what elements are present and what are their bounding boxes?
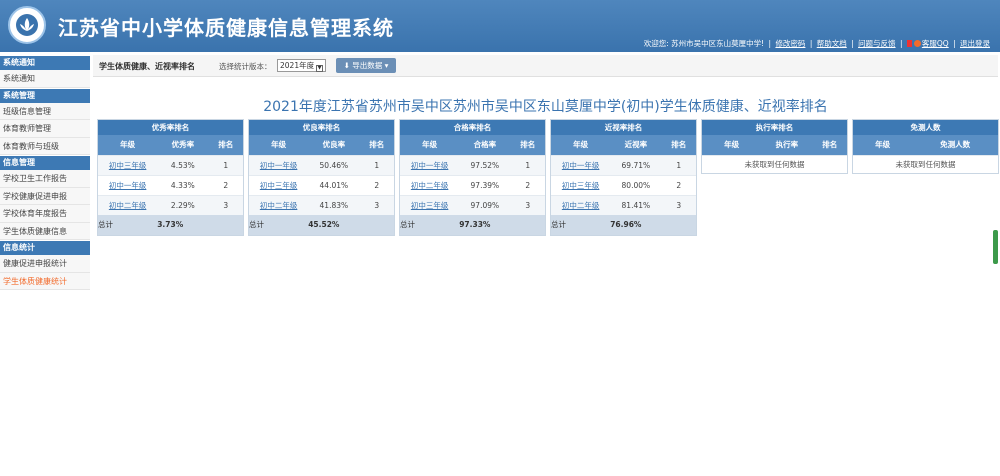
table-row: 初中二年级 97.39% 2 [400, 175, 545, 195]
sidebar-item-pe-teachers[interactable]: 体育教师管理 [0, 120, 90, 138]
table-total-row: 总计 76.96% [551, 215, 696, 235]
table-row: 初中一年级 4.33% 2 [98, 175, 243, 195]
myopia-rate-table: 近视率排名 年级 近视率 排名 初中一年级 69.71% 1 初中三年级 80.00%… [550, 119, 697, 236]
exempt-count-table: 免测人数 年级 免测人数 未获取到任何数据 [852, 119, 999, 174]
empty-message: 未获取到任何数据 [853, 155, 998, 173]
sidebar-item-notice[interactable]: 系统通知 [0, 70, 90, 88]
table-row: 初中二年级 41.83% 3 [249, 195, 394, 215]
change-password-link[interactable]: 修改密码 [775, 39, 805, 48]
grade-link[interactable]: 初中三年级 [260, 181, 298, 190]
sidebar-item-pe-annual[interactable]: 学校体育年度报告 [0, 205, 90, 223]
table-row: 初中二年级 81.41% 3 [551, 195, 696, 215]
sidebar-item-teacher-class[interactable]: 体育教师与班级 [0, 137, 90, 155]
flag-icon [906, 40, 912, 47]
pass-rate-table: 合格率排名 年级 合格率 排名 初中一年级 97.52% 1 初中二年级 97.39%… [399, 119, 546, 236]
scroll-indicator[interactable] [993, 230, 998, 264]
grade-link[interactable]: 初中一年级 [411, 161, 449, 170]
table-row: 初中一年级 50.46% 1 [249, 155, 394, 175]
grade-link[interactable]: 初中一年级 [562, 161, 600, 170]
welcome-text: 欢迎您: 苏州市吴中区东山莫厘中学! [643, 39, 765, 48]
sidebar-item-promotion-stats[interactable]: 健康促进申报统计 [0, 255, 90, 273]
grade-link[interactable]: 初中二年级 [109, 201, 147, 210]
qq-icon [913, 40, 921, 47]
grade-link[interactable]: 初中一年级 [260, 161, 298, 170]
download-icon: ⬇ [343, 61, 353, 70]
sidebar-section-stats[interactable]: 信息统计 [0, 241, 90, 255]
execution-rate-table: 执行率排名 年级 执行率 排名 未获取到任何数据 [701, 119, 848, 174]
grade-link[interactable]: 初中三年级 [109, 161, 147, 170]
table-title: 免测人数 [853, 120, 998, 135]
export-button[interactable]: ⬇ 导出数据 ▾ [336, 58, 396, 73]
table-body: 初中三年级 4.53% 1 初中一年级 4.33% 2 初中二年级 2.29% 3 [98, 155, 243, 215]
sidebar-section-notice[interactable]: 系统通知 [0, 56, 90, 70]
export-label: 导出数据 [352, 61, 383, 70]
table-title: 合格率排名 [400, 120, 545, 135]
table-header: 年级 优秀率 排名 [98, 135, 243, 155]
table-row: 初中三年级 97.09% 3 [400, 195, 545, 215]
chevron-down-icon: ▼ [316, 65, 324, 72]
table-row: 初中三年级 44.01% 2 [249, 175, 394, 195]
sidebar-item-health-report[interactable]: 学校卫生工作报告 [0, 170, 90, 188]
table-row: 初中三年级 4.53% 1 [98, 155, 243, 175]
table-total-row: 总计 3.73% [98, 215, 243, 235]
feedback-link[interactable]: 问题与反馈 [858, 39, 896, 48]
help-docs-link[interactable]: 帮助文档 [817, 39, 847, 48]
version-label: 选择统计版本： [219, 62, 272, 71]
table-body: 初中一年级 97.52% 1 初中二年级 97.39% 2 初中三年级 97.09% 3 [400, 155, 545, 215]
sidebar-section-info[interactable]: 信息管理 [0, 156, 90, 170]
table-row: 初中一年级 69.71% 1 [551, 155, 696, 175]
table-body: 初中一年级 50.46% 1 初中三年级 44.01% 2 初中二年级 41.83% 3 [249, 155, 394, 215]
table-title: 优秀率排名 [98, 120, 243, 135]
table-title: 执行率排名 [702, 120, 847, 135]
page-title: 2021年度江苏省苏州市吴中区苏州市吴中区东山莫厘中学(初中)学生体质健康、近视… [263, 99, 828, 115]
table-total-row: 总计 45.52% [249, 215, 394, 235]
table-title: 优良率排名 [249, 120, 394, 135]
table-body: 初中一年级 69.71% 1 初中三年级 80.00% 2 初中二年级 81.41% 3 [551, 155, 696, 215]
logout-link[interactable]: 退出登录 [960, 39, 990, 48]
table-header: 年级 近视率 排名 [551, 135, 696, 155]
good-rate-table: 优良率排名 年级 优良率 排名 初中一年级 50.46% 1 初中三年级 44.01%… [248, 119, 395, 236]
empty-message: 未获取到任何数据 [702, 155, 847, 173]
grade-link[interactable]: 初中二年级 [260, 201, 298, 210]
table-row: 初中二年级 2.29% 3 [98, 195, 243, 215]
table-total-row: 总计 97.33% [400, 215, 545, 235]
sidebar-item-class-info[interactable]: 班级信息管理 [0, 102, 90, 120]
version-select[interactable]: 2021年度 ▼ [277, 59, 327, 72]
toolbar-title: 学生体质健康、近视率排名 [99, 62, 195, 71]
sidebar-item-health-promotion[interactable]: 学校健康促进申报 [0, 187, 90, 205]
header-links: 欢迎您: 苏州市吴中区东山莫厘中学! | 修改密码 | 帮助文档 | 问题与反馈… [643, 39, 990, 48]
sidebar: 系统通知 系统通知 系统管理 班级信息管理 体育教师管理 体育教师与班级 信息管… [0, 55, 90, 290]
grade-link[interactable]: 初中二年级 [411, 181, 449, 190]
table-header: 年级 合格率 排名 [400, 135, 545, 155]
version-value: 2021年度 [280, 61, 315, 70]
table-title: 近视率排名 [551, 120, 696, 135]
qq-support-link[interactable]: 客服QQ [922, 39, 949, 48]
sidebar-section-system[interactable]: 系统管理 [0, 88, 90, 103]
lotus-logo-icon [16, 14, 38, 36]
app-title: 江苏省中小学体质健康信息管理系统 [58, 16, 394, 40]
table-row: 初中一年级 97.52% 1 [400, 155, 545, 175]
table-header: 年级 优良率 排名 [249, 135, 394, 155]
logo [8, 6, 46, 44]
sidebar-item-student-health[interactable]: 学生体质健康信息 [0, 222, 90, 240]
grade-link[interactable]: 初中三年级 [562, 181, 600, 190]
app-header: 江苏省中小学体质健康信息管理系统 欢迎您: 苏州市吴中区东山莫厘中学! | 修改… [0, 0, 1000, 52]
table-header: 年级 执行率 排名 [702, 135, 847, 155]
grade-link[interactable]: 初中三年级 [411, 201, 449, 210]
table-row: 初中三年级 80.00% 2 [551, 175, 696, 195]
table-header: 年级 免测人数 [853, 135, 998, 155]
grade-link[interactable]: 初中一年级 [109, 181, 147, 190]
toolbar: 学生体质健康、近视率排名 选择统计版本： 2021年度 ▼ ⬇ 导出数据 ▾ [93, 55, 998, 77]
excellent-rate-table: 优秀率排名 年级 优秀率 排名 初中三年级 4.53% 1 初中一年级 4.33% 2 … [97, 119, 244, 236]
grade-link[interactable]: 初中二年级 [562, 201, 600, 210]
sidebar-item-student-health-stats[interactable]: 学生体质健康统计 [0, 272, 90, 290]
